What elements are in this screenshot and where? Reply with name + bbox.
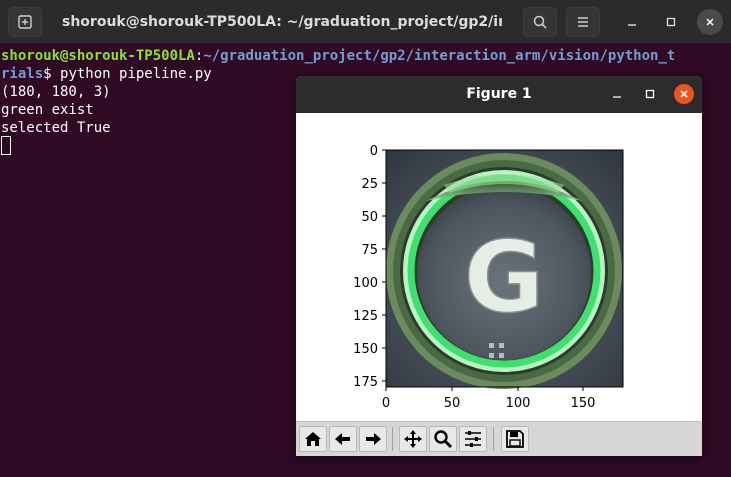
forward-icon <box>366 433 381 445</box>
output-line: green exist <box>1 102 94 118</box>
hamburger-menu-button[interactable] <box>566 7 600 37</box>
back-button[interactable] <box>329 426 357 452</box>
x-tick-label: 50 <box>444 396 461 411</box>
y-tick-label: 150 <box>353 342 378 357</box>
figure-titlebar: Figure 1 <box>296 76 702 113</box>
y-tick-label: 0 <box>370 144 378 159</box>
terminal-cursor <box>1 136 11 155</box>
command-text: python pipeline.py <box>60 66 212 82</box>
y-tick-label: 75 <box>361 243 378 258</box>
close-icon <box>680 90 688 98</box>
zoom-icon <box>434 430 453 449</box>
y-tick-label: 125 <box>353 309 378 324</box>
x-axis: 0 50 100 150 <box>382 387 596 411</box>
x-tick-label: 0 <box>382 396 390 411</box>
x-tick-label: 150 <box>571 396 596 411</box>
y-axis: 0 25 50 75 100 125 150 175 <box>353 144 386 390</box>
new-tab-icon <box>18 15 32 29</box>
figure-maximize-button[interactable] <box>638 82 662 106</box>
pan-icon <box>404 430 422 448</box>
minimize-button[interactable] <box>618 8 646 36</box>
minimize-icon <box>628 24 636 26</box>
prompt-symbol: $ <box>43 66 61 82</box>
close-icon <box>706 18 714 26</box>
toolbar-separator <box>392 427 393 451</box>
search-icon <box>533 15 547 29</box>
x-tick-label: 100 <box>506 396 531 411</box>
image-axes: G <box>385 149 624 389</box>
save-button[interactable] <box>501 426 529 452</box>
home-button[interactable] <box>299 426 327 452</box>
prompt-line: shorouk@shorouk-TP500LA:~/graduation_pro… <box>1 47 675 65</box>
y-tick-label: 50 <box>361 210 378 225</box>
output-line: (180, 180, 3) <box>1 84 111 100</box>
image-letter: G <box>464 221 544 335</box>
terminal-titlebar: shorouk@shorouk-TP500LA: ~/graduation_pr… <box>0 0 731 44</box>
back-icon <box>335 433 350 445</box>
y-tick-label: 175 <box>353 375 378 390</box>
prompt-user: shorouk@shorouk-TP500LA <box>1 48 195 64</box>
configure-subplots-button[interactable] <box>459 426 487 452</box>
pan-button[interactable] <box>399 426 427 452</box>
figure-plot: G 0 25 50 75 100 125 150 175 0 50 100 15… <box>353 144 624 411</box>
prompt-path-wrap: rials <box>1 66 44 82</box>
new-tab-button[interactable] <box>8 7 42 37</box>
y-tick-label: 25 <box>361 177 378 192</box>
prompt-line-wrap: rials$ python pipeline.py <box>1 65 212 83</box>
save-icon <box>506 430 524 448</box>
minimize-icon <box>613 96 621 98</box>
maximize-icon <box>666 17 676 27</box>
search-button[interactable] <box>523 7 557 37</box>
zoom-button[interactable] <box>429 426 457 452</box>
hamburger-icon <box>578 17 588 27</box>
configure-subplots-icon <box>465 431 481 447</box>
output-line: selected True <box>1 120 111 136</box>
figure-window: Figure 1 G 0 25 50 75 100 125 150 175 0 … <box>296 76 702 456</box>
toolbar-separator <box>493 427 494 451</box>
terminal-title: shorouk@shorouk-TP500LA: ~/graduation_pr… <box>62 14 502 30</box>
figure-toolbar <box>296 421 702 456</box>
figure-minimize-button[interactable] <box>605 82 629 106</box>
y-tick-label: 100 <box>353 276 378 291</box>
prompt-path: ~/graduation_project/gp2/interaction_arm… <box>203 48 676 64</box>
maximize-button[interactable] <box>657 8 685 36</box>
figure-close-button[interactable] <box>674 84 694 104</box>
forward-button[interactable] <box>359 426 387 452</box>
maximize-icon <box>645 89 655 99</box>
home-icon <box>305 432 321 446</box>
figure-canvas[interactable]: G 0 25 50 75 100 125 150 175 0 50 100 15… <box>296 113 702 421</box>
close-button[interactable] <box>697 9 723 35</box>
